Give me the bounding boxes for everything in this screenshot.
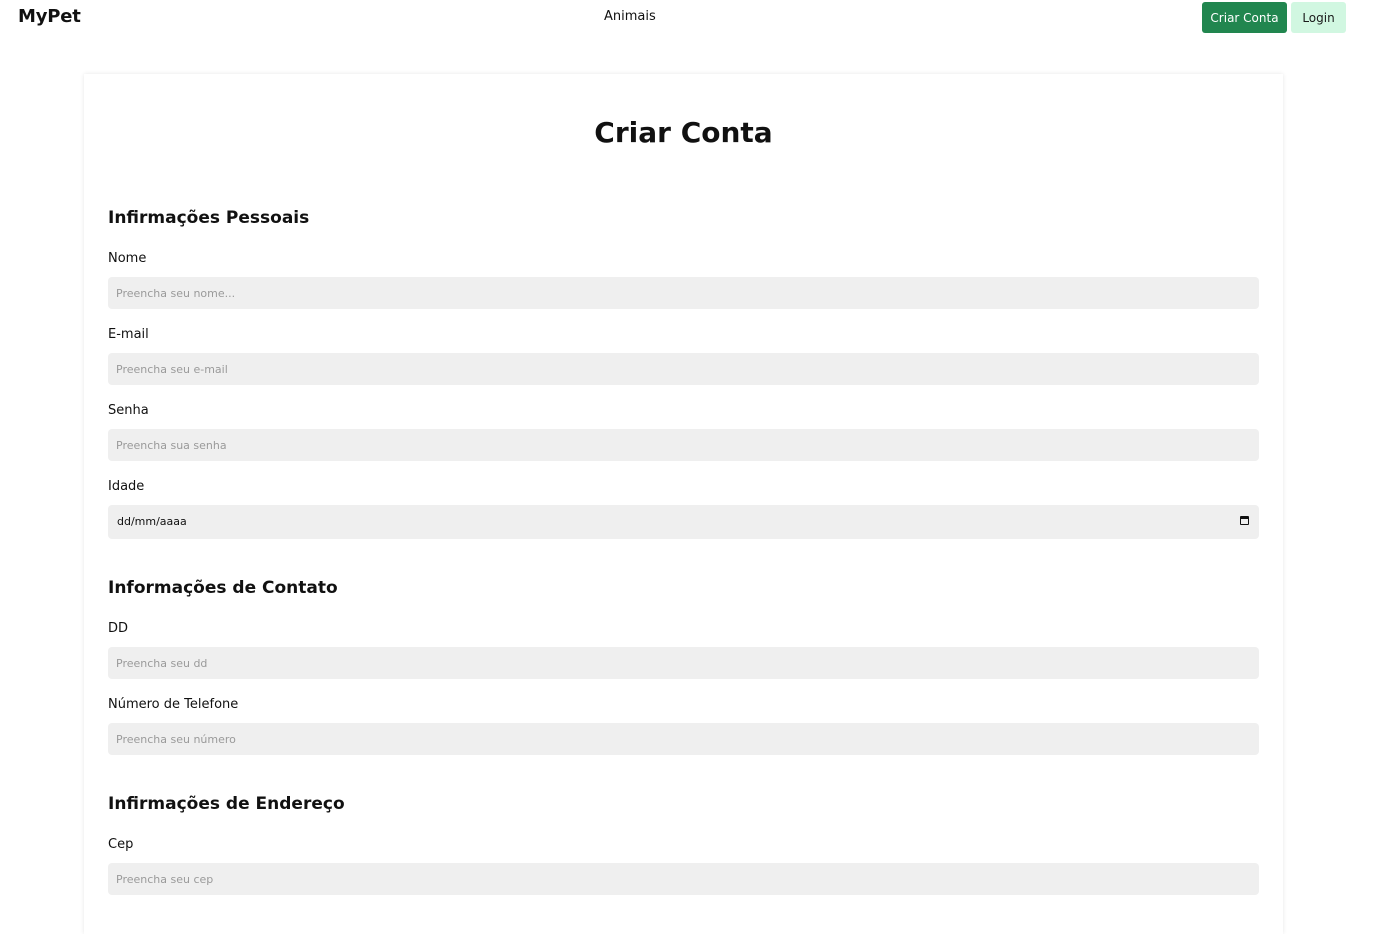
age-date-input[interactable]: dd/mm/aaaa	[108, 505, 1259, 539]
nav-link-animais[interactable]: Animais	[604, 9, 656, 24]
email-input[interactable]	[108, 353, 1259, 385]
login-button[interactable]: Login	[1291, 2, 1346, 33]
phone-label: Número de Telefone	[108, 697, 239, 712]
phone-input[interactable]	[108, 723, 1259, 755]
cep-input[interactable]	[108, 863, 1259, 895]
password-input[interactable]	[108, 429, 1259, 461]
signup-button[interactable]: Criar Conta	[1202, 2, 1287, 33]
ddd-input[interactable]	[108, 647, 1259, 679]
name-input[interactable]	[108, 277, 1259, 309]
section-title-address: Infirmações de Endereço	[108, 794, 345, 814]
brand-logo[interactable]: MyPet	[18, 6, 81, 27]
navbar: MyPet Animais Criar Conta Login	[0, 0, 1376, 36]
section-title-personal: Infirmações Pessoais	[108, 208, 310, 228]
ddd-label: DD	[108, 621, 129, 636]
signup-form-card: Criar Conta Infirmações Pessoais Nome E-…	[84, 74, 1283, 934]
age-date-value: dd/mm/aaaa	[117, 515, 187, 528]
section-title-contact: Informações de Contato	[108, 578, 338, 598]
age-label: Idade	[108, 479, 145, 494]
page-title: Criar Conta	[594, 116, 773, 149]
name-label: Nome	[108, 251, 147, 266]
cep-label: Cep	[108, 837, 134, 852]
password-label: Senha	[108, 403, 149, 418]
email-label: E-mail	[108, 327, 149, 342]
calendar-icon[interactable]	[1240, 516, 1249, 525]
